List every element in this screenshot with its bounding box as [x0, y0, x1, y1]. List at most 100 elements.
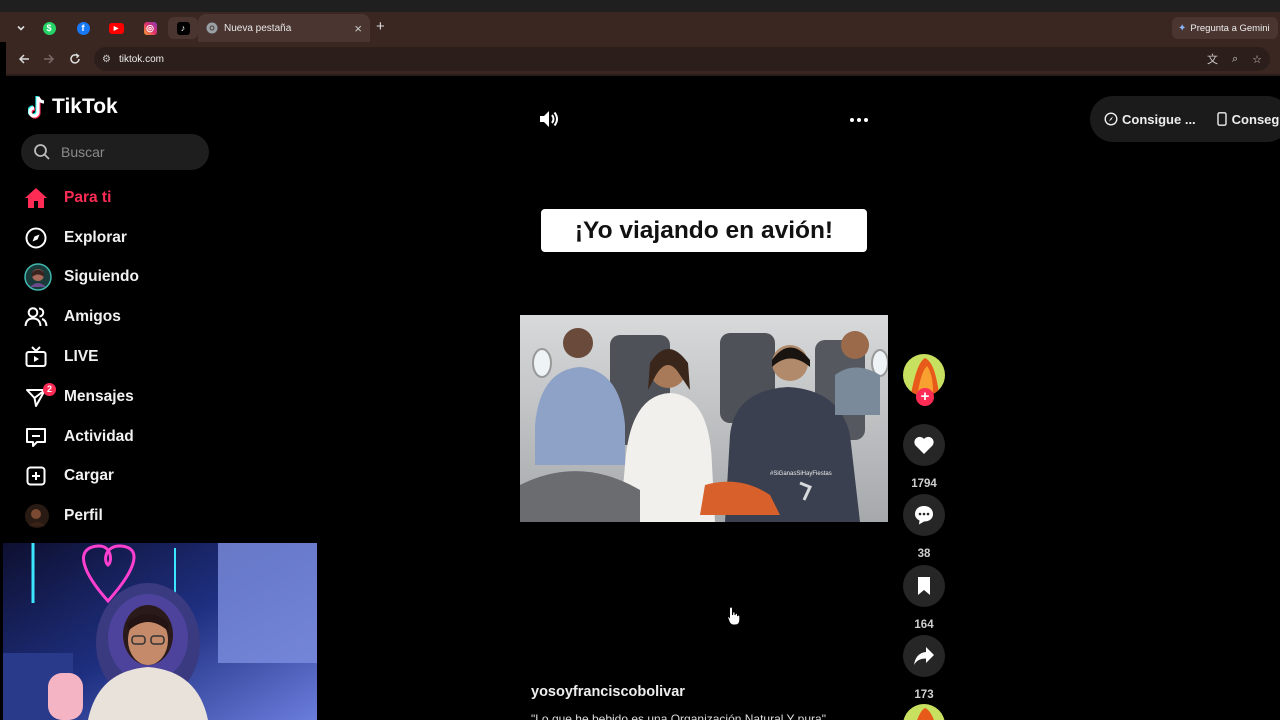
heart-icon — [914, 436, 934, 454]
more-options-button[interactable] — [849, 110, 869, 135]
get-app-button[interactable]: Consegu — [1216, 112, 1280, 127]
forward-button[interactable] — [40, 50, 58, 68]
pinned-tab-youtube[interactable]: ▶ — [101, 17, 131, 39]
get-coins-button[interactable]: Consigue ... — [1104, 112, 1196, 127]
tab-nueva-pestana[interactable]: Nueva pestaña × — [198, 14, 370, 42]
streamer-webcam-image — [3, 543, 317, 720]
url-text: tiktok.com — [118, 53, 164, 65]
close-tab-icon[interactable]: × — [354, 21, 362, 36]
new-tab-button[interactable]: + — [376, 18, 385, 35]
video-caption: ¡Yo viajando en avión! — [541, 209, 867, 252]
facebook-icon: f — [76, 21, 90, 35]
following-avatar-icon — [24, 263, 54, 292]
tab-title: Nueva pestaña — [224, 22, 292, 34]
translate-icon[interactable]: 文 — [1207, 51, 1218, 67]
youtube-icon: ▶ — [108, 22, 124, 34]
instagram-icon: ◎ — [143, 21, 157, 35]
tiktok-icon: ♪ — [176, 21, 190, 35]
save-button[interactable]: 164 — [903, 565, 945, 631]
share-button[interactable]: 173 — [903, 635, 945, 701]
bookmark-icon — [918, 577, 930, 595]
coin-icon — [1104, 112, 1118, 126]
sidebar-item-label: Amigos — [64, 308, 121, 326]
volume-button[interactable] — [538, 108, 560, 135]
arrow-left-icon — [18, 54, 29, 64]
tiktok-logo-icon — [28, 96, 45, 119]
get-app-pill: Consigue ... Consegu — [1090, 96, 1280, 142]
sidebar-item-label: Mensajes — [64, 387, 134, 405]
creator-username[interactable]: yosoyfranciscobolivar — [531, 684, 685, 700]
sidebar-item-explorar[interactable]: Explorar — [24, 218, 224, 258]
comment-icon — [915, 506, 933, 525]
compass-icon — [24, 226, 54, 250]
hand-cursor-icon — [727, 606, 741, 626]
pinned-tab-tiktok[interactable]: ♪ — [168, 17, 198, 39]
phone-icon — [1216, 112, 1227, 126]
comment-button[interactable]: 38 — [903, 494, 945, 560]
whatsapp-icon: $ — [42, 21, 56, 35]
video-frame-image: #SiGanasSiHayFiestas — [520, 315, 888, 522]
follow-plus-icon[interactable]: + — [916, 388, 934, 406]
messages-badge: 2 — [43, 382, 56, 396]
activity-icon — [24, 425, 54, 449]
pinned-tab-facebook[interactable]: f — [68, 17, 98, 39]
browser-tab-bar: $ f ▶ ◎ ♪ Nueva pestaña × + ✦ Pregunta a… — [0, 0, 1280, 42]
browser-toolbar: ⚙ tiktok.com 文 ⌕ ☆ — [6, 42, 1280, 76]
sidebar-item-live[interactable]: LIVE — [24, 337, 224, 377]
home-icon — [24, 186, 54, 210]
pinned-tab-whatsapp[interactable]: $ — [34, 17, 64, 39]
sidebar-item-actividad[interactable]: Actividad — [24, 417, 224, 457]
like-count: 1794 — [911, 478, 937, 490]
video-player[interactable]: #SiGanasSiHayFiestas — [520, 315, 888, 522]
sidebar-item-amigos[interactable]: Amigos — [24, 297, 224, 337]
sidebar-item-label: Siguiendo — [64, 268, 139, 286]
share-count: 173 — [914, 689, 934, 701]
sidebar-item-siguiendo[interactable]: Siguiendo — [24, 258, 224, 298]
upload-icon — [24, 464, 54, 488]
back-button[interactable] — [15, 50, 33, 68]
more-dots-icon — [850, 118, 868, 122]
volume-icon — [540, 111, 558, 127]
next-creator-avatar[interactable] — [903, 704, 945, 720]
search-input[interactable] — [61, 144, 191, 160]
pinned-tab-instagram[interactable]: ◎ — [135, 17, 165, 39]
sidebar-item-label: Perfil — [64, 507, 103, 525]
sidebar-item-para-ti[interactable]: Para ti — [24, 178, 224, 218]
sidebar-item-mensajes[interactable]: 2 Mensajes — [24, 377, 224, 417]
like-button[interactable]: 1794 — [903, 424, 945, 490]
comment-count: 38 — [917, 548, 931, 560]
pill-item-label: Consigue ... — [1122, 111, 1196, 127]
bookmark-star-icon[interactable]: ☆ — [1252, 53, 1262, 66]
sidebar-nav: Para ti Explorar Siguiendo Amigos LIVE 2… — [24, 178, 224, 536]
arrow-right-icon — [44, 54, 55, 64]
search-box[interactable] — [21, 134, 209, 170]
sidebar-item-label: Para ti — [64, 188, 112, 206]
sidebar-item-label: Actividad — [64, 427, 134, 445]
sidebar-item-perfil[interactable]: Perfil — [24, 496, 224, 536]
sidebar-item-label: LIVE — [64, 348, 99, 366]
live-tv-icon — [24, 345, 54, 369]
zoom-icon[interactable]: ⌕ — [1232, 53, 1238, 66]
address-bar[interactable]: ⚙ tiktok.com 文 ⌕ ☆ — [94, 47, 1270, 71]
share-arrow-icon — [914, 647, 934, 665]
video-description: "Lo que he bebido es una Organización Na… — [531, 712, 826, 720]
search-icon — [34, 144, 50, 160]
video-watermark: #SiGanasSiHayFiestas — [770, 471, 832, 477]
webcam-overlay — [3, 543, 317, 720]
reload-button[interactable] — [66, 50, 84, 68]
logo-text: TikTok — [52, 95, 118, 118]
save-count: 164 — [914, 619, 934, 631]
gemini-button[interactable]: ✦ Pregunta a Gemini — [1172, 17, 1278, 39]
tiktok-logo[interactable]: TikTok — [28, 94, 118, 120]
chrome-icon — [206, 22, 218, 34]
sidebar-item-cargar[interactable]: Cargar — [24, 457, 224, 497]
gemini-icon: ✦ — [1178, 22, 1187, 34]
site-info-icon[interactable]: ⚙ — [102, 54, 111, 65]
reload-icon — [70, 53, 80, 64]
tab-search-button[interactable] — [10, 17, 32, 39]
creator-avatar-button[interactable]: + — [903, 354, 945, 406]
chevron-down-icon — [17, 25, 25, 31]
sidebar-item-label: Cargar — [64, 467, 114, 485]
profile-avatar-icon — [24, 504, 54, 529]
gemini-label: Pregunta a Gemini — [1190, 22, 1270, 34]
